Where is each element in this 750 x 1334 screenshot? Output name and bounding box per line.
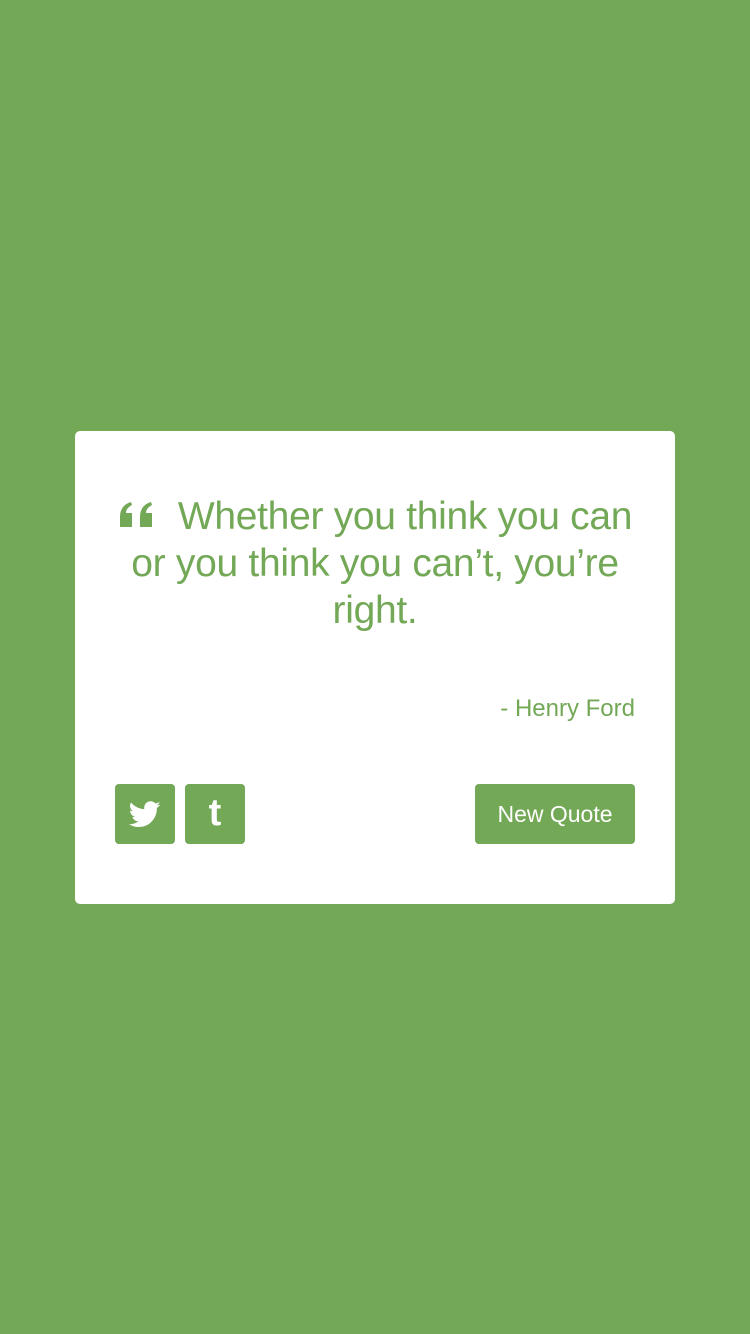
tumblr-post-button[interactable]: t bbox=[185, 784, 245, 844]
page-background: Whether you think you can or you think y… bbox=[0, 0, 750, 1334]
quote-card: Whether you think you can or you think y… bbox=[75, 431, 675, 904]
tumblr-icon: t bbox=[208, 792, 222, 834]
new-quote-button[interactable]: New Quote bbox=[475, 784, 635, 844]
quote-text: Whether you think you can or you think y… bbox=[131, 495, 633, 632]
quote-author: - Henry Ford bbox=[500, 695, 635, 722]
tweet-quote-button[interactable] bbox=[115, 784, 175, 844]
quote-left-icon bbox=[119, 502, 152, 527]
quote-text-block: Whether you think you can or you think y… bbox=[115, 493, 635, 634]
twitter-icon bbox=[129, 800, 161, 827]
